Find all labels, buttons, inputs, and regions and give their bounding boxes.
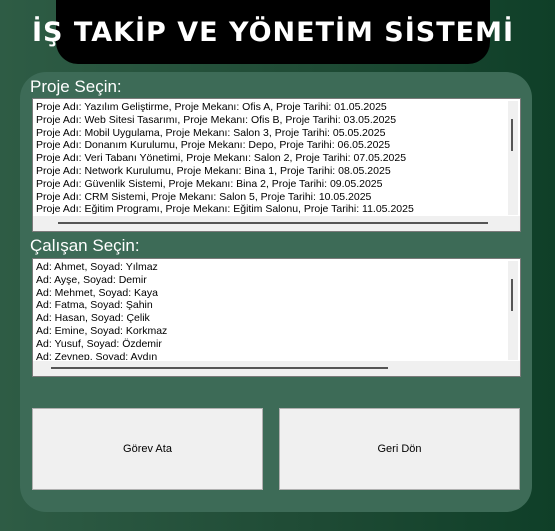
list-item[interactable]: Proje Adı: Network Kurulumu, Proje Mekan… [36, 165, 506, 178]
employee-list-items: Ad: Ahmet, Soyad: Yılmaz Ad: Ayşe, Soyad:… [36, 261, 506, 360]
list-item[interactable]: Proje Adı: Web Sitesi Tasarımı, Proje Me… [36, 114, 506, 127]
employee-horizontal-scrollbar[interactable] [33, 361, 520, 376]
list-item[interactable]: Ad: Yusuf, Soyad: Özdemir [36, 338, 506, 351]
title-banner: İŞ TAKİP VE YÖNETİM SİSTEMİ [32, 0, 513, 64]
list-item[interactable]: Proje Adı: CRM Sistemi, Proje Mekanı: Sa… [36, 191, 506, 204]
list-item[interactable]: Ad: Ayşe, Soyad: Demir [36, 274, 506, 287]
back-button[interactable]: Geri Dön [279, 408, 520, 490]
assign-task-button[interactable]: Görev Ata [32, 408, 263, 490]
employee-vertical-scrollbar[interactable] [508, 261, 518, 360]
main-panel: Proje Seçin: Proje Adı: Yazılım Geliştir… [20, 72, 532, 512]
list-item[interactable]: Ad: Fatma, Soyad: Şahin [36, 299, 506, 312]
employee-select-label: Çalışan Seçin: [30, 236, 140, 255]
page-title: İŞ TAKİP VE YÖNETİM SİSTEMİ [31, 16, 515, 48]
project-select-label: Proje Seçin: [30, 77, 122, 96]
project-horizontal-scroll-thumb[interactable] [58, 222, 488, 224]
list-item[interactable]: Ad: Hasan, Soyad: Çelik [36, 312, 506, 325]
list-item[interactable]: Proje Adı: Mobil Uygulama, Proje Mekanı:… [36, 127, 506, 140]
list-item[interactable]: Ad: Emine, Soyad: Korkmaz [36, 325, 506, 338]
project-vertical-scroll-thumb[interactable] [511, 119, 513, 151]
list-item[interactable]: Ad: Mehmet, Soyad: Kaya [36, 287, 506, 300]
list-item[interactable]: Proje Adı: Donanım Kurulumu, Proje Mekan… [36, 139, 506, 152]
list-item[interactable]: Proje Adı: Veri Tabanı Yönetimi, Proje M… [36, 152, 506, 165]
employee-horizontal-scroll-thumb[interactable] [51, 367, 388, 369]
list-item[interactable]: Proje Adı: Güvenlik Sistemi, Proje Mekan… [36, 178, 506, 191]
list-item[interactable]: Proje Adı: Eğitim Programı, Proje Mekanı… [36, 203, 506, 215]
employee-listbox[interactable]: Ad: Ahmet, Soyad: Yılmaz Ad: Ayşe, Soyad:… [32, 258, 521, 377]
employee-vertical-scroll-thumb[interactable] [511, 279, 513, 311]
list-item[interactable]: Ad: Ahmet, Soyad: Yılmaz [36, 261, 506, 274]
list-item[interactable]: Proje Adı: Yazılım Geliştirme, Proje Mek… [36, 101, 506, 114]
project-list-items: Proje Adı: Yazılım Geliştirme, Proje Mek… [36, 101, 506, 215]
project-horizontal-scrollbar[interactable] [33, 216, 520, 231]
project-vertical-scrollbar[interactable] [508, 101, 518, 215]
project-listbox[interactable]: Proje Adı: Yazılım Geliştirme, Proje Mek… [32, 98, 521, 232]
list-item[interactable]: Ad: Zeynep, Soyad: Aydın [36, 351, 506, 360]
